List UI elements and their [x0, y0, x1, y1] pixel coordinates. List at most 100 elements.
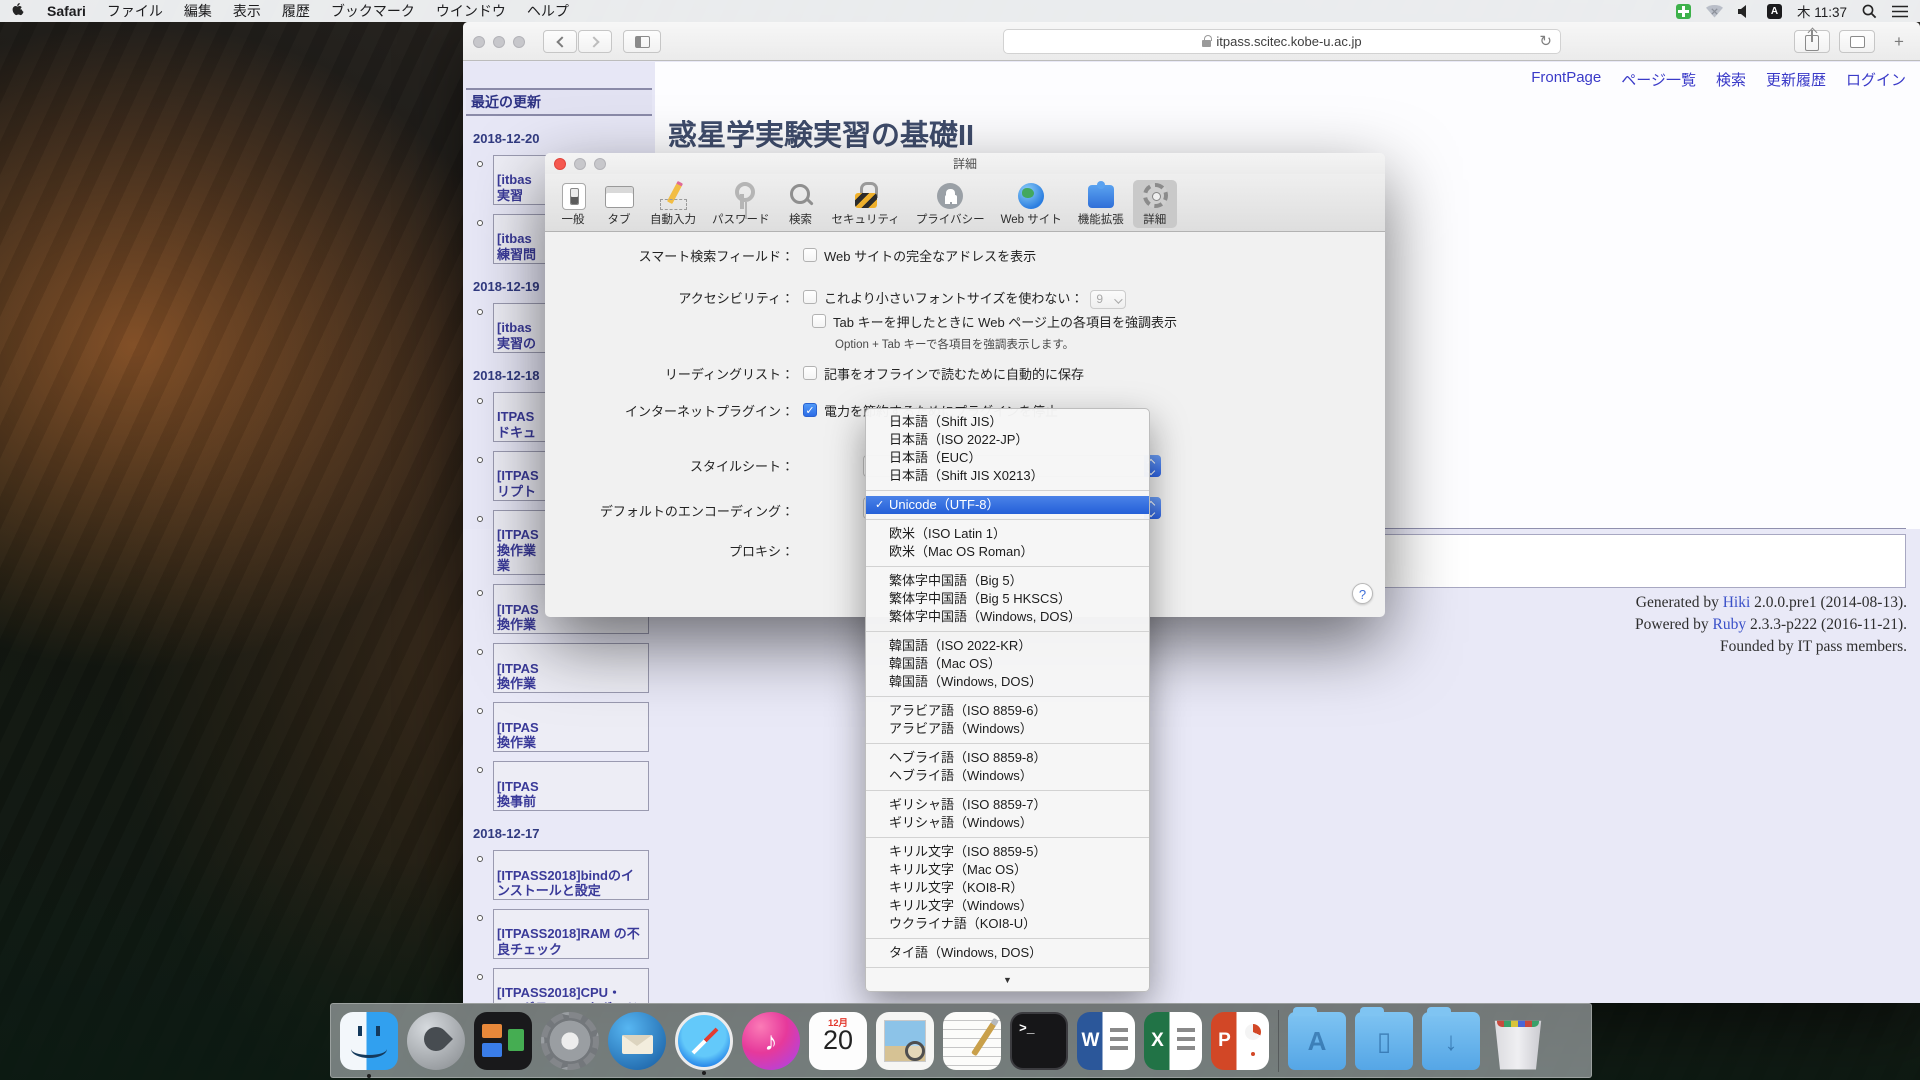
encoding-menu-item-selected[interactable]: ✓ Unicode（UTF-8） [866, 496, 1149, 514]
sidebar-link[interactable]: [ITPASS2018]bindのインストールと設定 [493, 850, 649, 900]
wifi-icon[interactable] [1706, 5, 1723, 18]
encoding-menu-item[interactable]: 繁体字中国語（Big 5） [866, 572, 1149, 590]
terminal[interactable]: >_ [1010, 1012, 1068, 1070]
input-source-icon[interactable]: A [1767, 4, 1782, 19]
encoding-menu-item[interactable]: ウクライナ語（KOI8-U） [866, 915, 1149, 933]
window-minimize-button[interactable] [493, 36, 505, 48]
safari[interactable] [675, 1012, 733, 1070]
launchpad[interactable] [407, 1012, 465, 1070]
address-bar[interactable]: itpass.scitec.kobe-u.ac.jp ↻ [1003, 29, 1561, 54]
encoding-menu-item[interactable]: 日本語（Shift JIS） [866, 413, 1149, 431]
menubar-menu[interactable]: 履歴 [282, 1, 310, 21]
menubar-menu[interactable]: ブックマーク [331, 1, 415, 21]
volume-icon[interactable] [1738, 5, 1752, 18]
page-nav-link[interactable]: ログイン [1846, 69, 1906, 90]
encoding-menu-item[interactable]: 欧米（Mac OS Roman） [866, 543, 1149, 561]
prefs-tab-general[interactable]: 一般 [551, 180, 595, 228]
encoding-menu-item[interactable]: キリル文字（Mac OS） [866, 861, 1149, 879]
sidebar-link[interactable]: [ITPASS2018]CPU・MB・グラフィックボード・電源の不良チェック [493, 968, 649, 1003]
microsoft-powerpoint[interactable]: P [1211, 1012, 1269, 1070]
prefs-tab-tabs[interactable]: タブ [597, 180, 641, 228]
encoding-menu-item[interactable]: 韓国語（ISO 2022-KR） [866, 637, 1149, 655]
sidebar-toggle-button[interactable] [623, 30, 661, 53]
window-minimize-button[interactable] [574, 158, 586, 170]
encoding-menu-item[interactable]: 日本語（ISO 2022-JP） [866, 431, 1149, 449]
encoding-menu-item[interactable]: ヘブライ語（Windows） [866, 767, 1149, 785]
page-nav-link[interactable]: 更新履歴 [1766, 69, 1826, 90]
sidebar-link[interactable]: [ITPAS 換作業 [493, 643, 649, 693]
window-close-button[interactable] [554, 158, 566, 170]
microsoft-excel[interactable]: X [1144, 1012, 1202, 1070]
encoding-menu-item[interactable]: キリル文字（KOI8-R） [866, 879, 1149, 897]
menubar-clock[interactable]: 木 11:37 [1797, 1, 1847, 21]
encoding-menu-item[interactable]: ギリシャ語（Windows） [866, 814, 1149, 832]
encoding-menu-item[interactable]: 欧米（ISO Latin 1） [866, 525, 1149, 543]
encoding-menu-item[interactable]: 韓国語（Windows, DOS） [866, 673, 1149, 691]
checkbox-min-font-size[interactable] [803, 290, 817, 304]
reload-icon[interactable]: ↻ [1539, 30, 1552, 53]
new-tab-button[interactable]: + [1884, 30, 1914, 53]
hiki-link[interactable]: Hiki [1723, 594, 1751, 611]
menubar-menu[interactable]: 編集 [184, 1, 212, 21]
encoding-menu-item[interactable]: 日本語（Shift JIS X0213） [866, 467, 1149, 485]
menubar-menu[interactable]: ファイル [107, 1, 163, 21]
documents-folder[interactable]: ▯ [1355, 1012, 1413, 1070]
finder[interactable] [340, 1012, 398, 1070]
apple-menu-icon[interactable] [12, 3, 26, 19]
thunderbird[interactable] [608, 1012, 666, 1070]
prefs-tab-extensions[interactable]: 機能拡張 [1071, 180, 1131, 228]
forward-button[interactable] [578, 30, 612, 53]
encoding-menu-item[interactable]: 繁体字中国語（Windows, DOS） [866, 608, 1149, 626]
trash[interactable] [1489, 1012, 1547, 1070]
share-button[interactable] [1794, 30, 1830, 53]
mission-control[interactable] [474, 1012, 532, 1070]
microsoft-word[interactable]: W [1077, 1012, 1135, 1070]
textedit[interactable] [943, 1012, 1001, 1070]
tab-overview-button[interactable] [1839, 30, 1875, 53]
sidebar-link[interactable]: [ITPASS2018]RAM の不良チェック [493, 909, 649, 959]
page-nav-link[interactable]: FrontPage [1531, 69, 1601, 90]
checkbox-stop-plugins[interactable]: ✓ [803, 403, 817, 417]
window-close-button[interactable] [473, 36, 485, 48]
notification-center-icon[interactable] [1892, 5, 1908, 18]
encoding-menu-item[interactable]: ギリシャ語（ISO 8859-7） [866, 796, 1149, 814]
encoding-menu-item[interactable]: アラビア語（Windows） [866, 720, 1149, 738]
status-app-icon[interactable] [1676, 4, 1691, 19]
menubar-menu[interactable]: ウインドウ [436, 1, 506, 21]
page-nav-link[interactable]: 検索 [1716, 69, 1746, 90]
menu-scroll-down-arrow[interactable]: ▼ [866, 973, 1149, 989]
encoding-menu-item[interactable]: キリル文字（Windows） [866, 897, 1149, 915]
applications-folder[interactable]: A [1288, 1012, 1346, 1070]
min-font-size-select[interactable]: 9 [1090, 290, 1126, 309]
menubar-app-name[interactable]: Safari [47, 3, 86, 19]
back-button[interactable] [543, 30, 577, 53]
menubar-menu[interactable]: ヘルプ [527, 1, 569, 21]
prefs-tab-privacy[interactable]: プライバシー [909, 180, 992, 228]
prefs-tab-passwords[interactable]: パスワード [705, 180, 777, 228]
menubar-menu[interactable]: 表示 [233, 1, 261, 21]
spotlight-search-icon[interactable] [1862, 4, 1877, 19]
checkbox-reading-list-offline[interactable] [803, 366, 817, 380]
sidebar-link[interactable]: [ITPAS 換事前 [493, 761, 649, 811]
page-nav-link[interactable]: ページ一覧 [1621, 69, 1696, 90]
prefs-tab-search[interactable]: 検索 [779, 180, 823, 228]
encoding-menu-item[interactable]: 繁体字中国語（Big 5 HKSCS） [866, 590, 1149, 608]
encoding-menu-item[interactable]: ヘブライ語（ISO 8859-8） [866, 749, 1149, 767]
window-zoom-button[interactable] [594, 158, 606, 170]
itunes[interactable]: ♪ [742, 1012, 800, 1070]
ruby-link[interactable]: Ruby [1713, 616, 1747, 633]
prefs-tab-advanced[interactable]: 詳細 [1133, 180, 1177, 228]
prefs-tab-autofill[interactable]: 自動入力 [643, 180, 703, 228]
checkbox-show-full-address[interactable] [803, 248, 817, 262]
encoding-menu-item[interactable]: アラビア語（ISO 8859-6） [866, 702, 1149, 720]
calendar[interactable]: 12月 20 [809, 1012, 867, 1070]
window-zoom-button[interactable] [513, 36, 525, 48]
downloads-folder[interactable]: ↓ [1422, 1012, 1480, 1070]
preview[interactable] [876, 1012, 934, 1070]
checkbox-tab-highlight[interactable] [812, 314, 826, 328]
sidebar-link[interactable]: [ITPAS 換作業 [493, 702, 649, 752]
system-preferences[interactable] [541, 1012, 599, 1070]
encoding-menu-item[interactable]: 韓国語（Mac OS） [866, 655, 1149, 673]
encoding-menu-item[interactable]: タイ語（Windows, DOS） [866, 944, 1149, 962]
encoding-menu-item[interactable]: 日本語（EUC） [866, 449, 1149, 467]
